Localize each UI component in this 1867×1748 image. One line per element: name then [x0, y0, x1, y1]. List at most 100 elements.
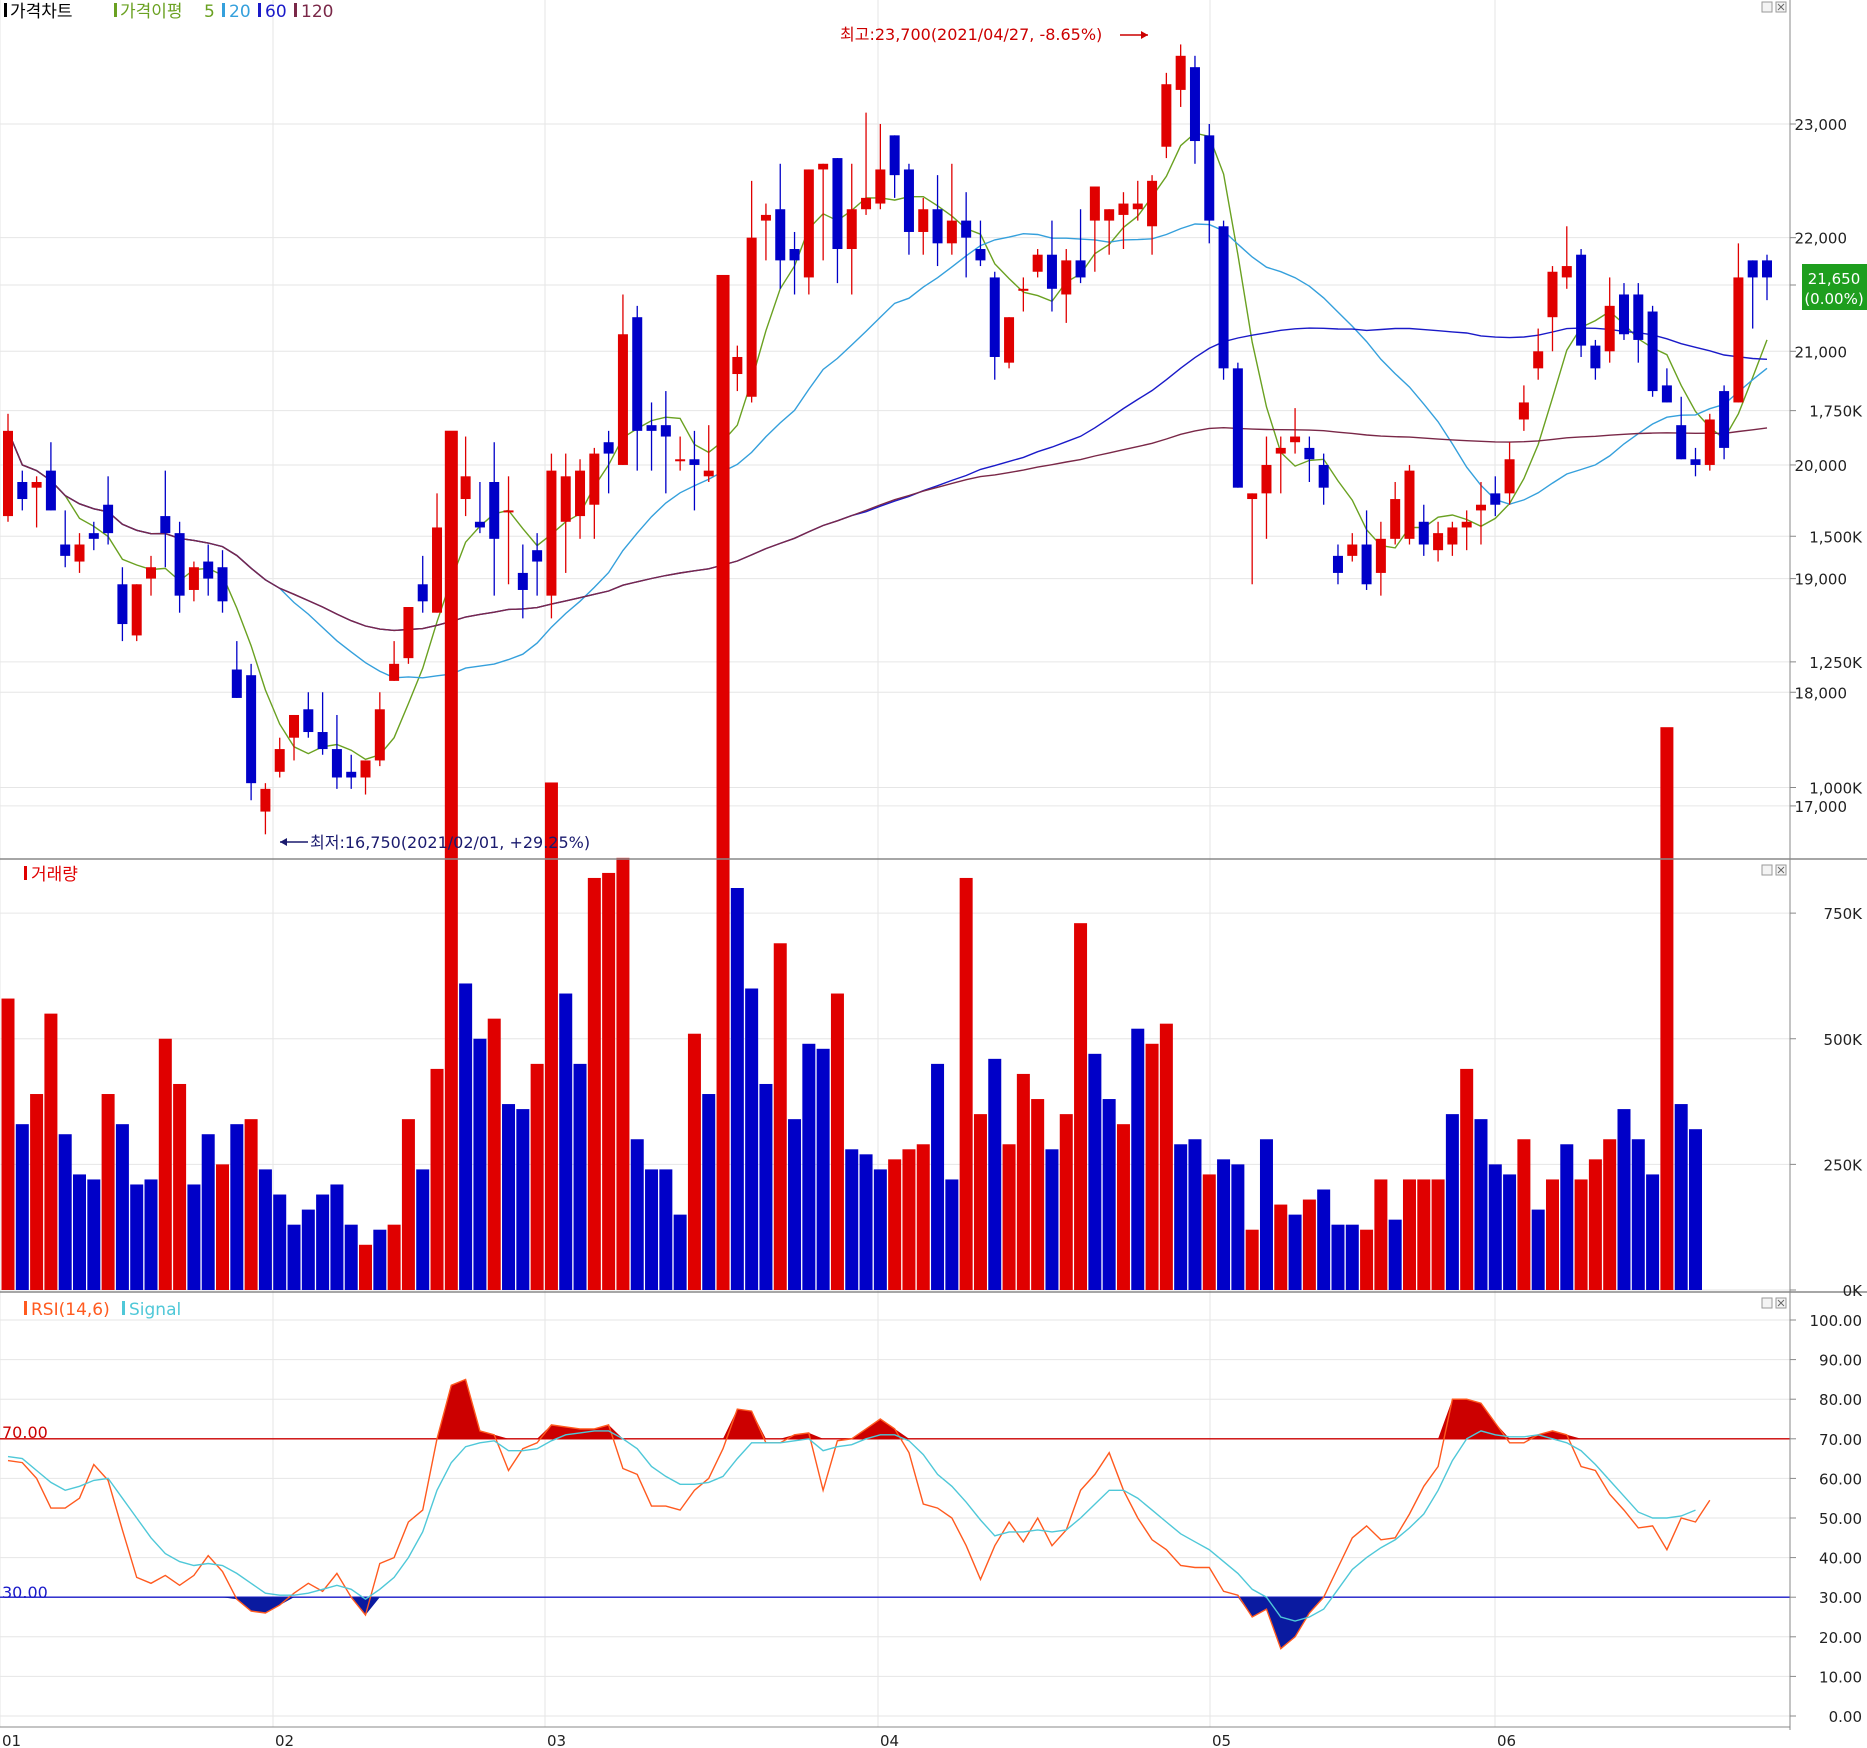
- volume-bar: [1, 998, 15, 1290]
- volume-bar: [973, 1114, 987, 1290]
- minimize-icon: [1761, 1, 1773, 13]
- candle-body: [1361, 544, 1372, 585]
- grid-lines: [0, 0, 1790, 1727]
- volume-panel-controls: [1761, 864, 1787, 876]
- candle: [818, 163, 829, 261]
- volume-bar: [1317, 1189, 1331, 1290]
- candle-body: [203, 561, 214, 579]
- candle: [260, 783, 271, 835]
- rsi-tick-label: 0.00: [1829, 1708, 1862, 1726]
- volume-bar: [916, 1144, 930, 1290]
- volume-bar: [87, 1179, 101, 1290]
- candle-body: [918, 209, 929, 232]
- volume-bar: [716, 274, 730, 1290]
- volume-bar: [401, 1119, 415, 1290]
- volume-legend: 거래량: [24, 865, 78, 885]
- volume-bar: [258, 1169, 272, 1290]
- candle-body: [1075, 260, 1086, 278]
- rsi-overbought-fill: [8, 1379, 1767, 1439]
- candle: [1004, 317, 1015, 369]
- candle-body: [1132, 203, 1143, 210]
- x-tick-label: 02: [275, 1732, 294, 1748]
- candle: [746, 180, 757, 403]
- candle: [889, 135, 900, 198]
- volume-bar: [702, 1094, 716, 1290]
- candle-body: [1304, 447, 1315, 460]
- candle-body: [246, 675, 257, 784]
- candle-body: [932, 209, 943, 244]
- volume-bar: [487, 1018, 501, 1290]
- candle: [1762, 254, 1772, 301]
- candle: [632, 305, 643, 471]
- volume-bar: [1631, 1139, 1645, 1290]
- candle-body: [188, 567, 199, 590]
- candle-body: [1261, 464, 1272, 494]
- candle: [246, 663, 257, 801]
- candle-body: [1433, 533, 1444, 551]
- rsi-panel-controls: [1761, 1297, 1787, 1309]
- volume-bar: [616, 857, 630, 1290]
- candle: [346, 754, 357, 789]
- chart-axes: [0, 0, 1867, 1730]
- legend-marker-ma120: [294, 3, 297, 17]
- candle: [74, 533, 85, 573]
- volume-bars[interactable]: [1, 274, 1702, 1291]
- candle: [975, 220, 986, 267]
- rsi-lower-level-label: 30.00: [2, 1583, 48, 1602]
- candle: [432, 493, 443, 613]
- stock-chart[interactable]: 23,000 22,000 21,000 20,000 19,000 18,000 17,0…: [0, 0, 1867, 1748]
- candle-body: [217, 567, 228, 602]
- volume-bar: [1145, 1043, 1159, 1290]
- ma-period-120: 120: [301, 2, 333, 22]
- volume-bar: [1374, 1179, 1388, 1290]
- rsi-tick-label: 70.00: [1819, 1431, 1862, 1449]
- candle: [1633, 283, 1644, 363]
- volume-bar: [687, 1033, 701, 1290]
- rsi-tick-label: 100.00: [1810, 1312, 1863, 1330]
- candle-body: [1447, 527, 1458, 545]
- volume-bar: [959, 877, 973, 1290]
- candle: [360, 760, 371, 795]
- volume-bar: [1116, 1124, 1130, 1290]
- candle-body: [131, 584, 142, 636]
- candle: [188, 561, 199, 602]
- candle-body: [117, 584, 128, 625]
- candle-body: [1719, 391, 1730, 448]
- price-candles[interactable]: [3, 44, 1772, 835]
- candle-body: [503, 510, 514, 513]
- volume-bar: [1503, 1174, 1517, 1290]
- candle-body: [231, 669, 242, 698]
- ma-period-20: 20: [229, 2, 251, 22]
- candle-body: [331, 749, 342, 778]
- candle-body: [17, 481, 28, 500]
- candle: [203, 544, 214, 596]
- candle-body: [589, 453, 600, 505]
- candle: [589, 447, 600, 539]
- candle: [3, 413, 13, 522]
- candle-body: [1204, 135, 1215, 221]
- volume-bar: [945, 1179, 959, 1290]
- candle: [1175, 44, 1186, 107]
- candle: [1576, 249, 1587, 357]
- candle-body: [1189, 67, 1200, 142]
- panel-controls[interactable]: [1761, 1, 1787, 1309]
- candle-body: [617, 334, 628, 465]
- volume-tick-label: 1,500K: [1809, 528, 1863, 546]
- candle-body: [260, 788, 271, 812]
- price-tick-label: 18,000: [1795, 684, 1848, 702]
- x-tick-label: 06: [1497, 1732, 1516, 1748]
- candle-body: [289, 714, 300, 738]
- candle-body: [1704, 419, 1715, 465]
- candle-body: [45, 470, 56, 511]
- volume-bar: [430, 1068, 444, 1290]
- x-axis-tick-labels: 01 02 03 04 05 06: [2, 1732, 1516, 1748]
- volume-bar: [1646, 1174, 1660, 1290]
- candle-body: [103, 504, 114, 534]
- candle-body: [1032, 254, 1043, 272]
- volume-tick-label: 1,750K: [1809, 403, 1863, 421]
- candle-body: [1232, 368, 1243, 488]
- candle: [60, 510, 71, 568]
- volume-bar: [1259, 1139, 1273, 1290]
- candle: [675, 436, 686, 471]
- candle: [1318, 453, 1329, 505]
